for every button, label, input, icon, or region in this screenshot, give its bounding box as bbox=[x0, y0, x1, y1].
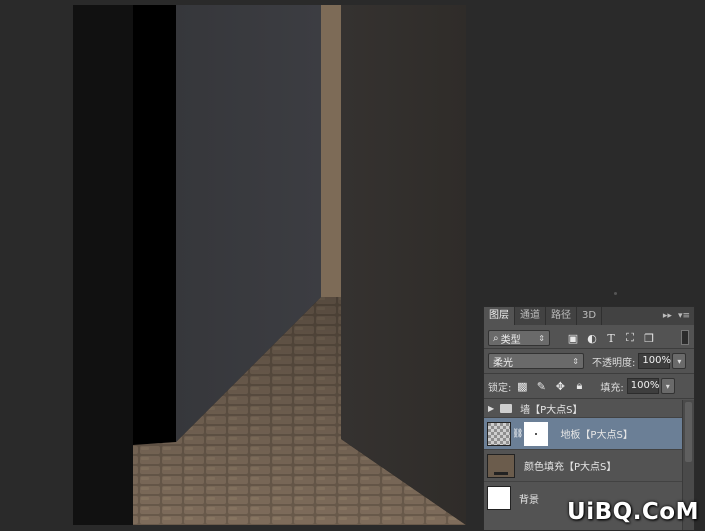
opacity-slider-button[interactable]: ▾ bbox=[672, 353, 687, 369]
panel-menu-icon[interactable]: ▾≡ bbox=[678, 307, 690, 325]
canvas-document[interactable] bbox=[73, 5, 466, 525]
updown-arrow-icon: ⇕ bbox=[538, 333, 545, 343]
layers-panel: 图层 通道 路径 3D ▸▸ ▾≡ ⌕ 类型 ⇕ ▣ ◐ T ⛶ ❐ 柔光 ⇕ … bbox=[483, 306, 695, 531]
expand-icon[interactable]: ▸▸ bbox=[663, 307, 672, 325]
tab-layers[interactable]: 图层 bbox=[484, 307, 515, 325]
updown-arrow-icon: ⇕ bbox=[572, 356, 579, 366]
type-filter-icon[interactable]: T bbox=[604, 331, 618, 345]
layer-name: 地板【P大点S】 bbox=[560, 430, 633, 441]
smart-object-filter-icon[interactable]: ❐ bbox=[642, 331, 656, 345]
lock-all-icon[interactable]: 🔒︎ bbox=[572, 379, 586, 393]
filter-kind-dropdown[interactable]: ⌕ 类型 ⇕ bbox=[488, 330, 550, 346]
blend-mode-dropdown[interactable]: 柔光 ⇕ bbox=[488, 353, 584, 369]
fill-label: 填充: bbox=[600, 382, 624, 394]
lock-transparent-icon[interactable]: ▩ bbox=[515, 379, 529, 393]
corridor-artwork bbox=[73, 5, 466, 525]
link-icon: ⛓ bbox=[512, 428, 524, 439]
folder-icon bbox=[500, 404, 513, 413]
image-filter-icon[interactable]: ▣ bbox=[566, 331, 580, 345]
search-icon: ⌕ bbox=[493, 332, 499, 344]
layer-name: 背景 bbox=[519, 494, 539, 506]
filter-kind-label: 类型 bbox=[500, 334, 521, 346]
lock-label: 锁定: bbox=[488, 382, 512, 394]
layer-row-group[interactable]: ▶ 墙【P大点S】 bbox=[484, 400, 682, 418]
shape-filter-icon[interactable]: ⛶ bbox=[623, 331, 637, 345]
opacity-label: 不透明度: bbox=[592, 357, 636, 369]
panel-tabs: 图层 通道 路径 3D ▸▸ ▾≡ bbox=[484, 307, 694, 325]
fill-layer-thumbnail bbox=[487, 453, 515, 478]
fill-slider-button[interactable]: ▾ bbox=[660, 378, 675, 394]
opacity-input[interactable]: 100% bbox=[638, 353, 671, 369]
corridor-light bbox=[321, 5, 341, 297]
layer-mask-thumbnail[interactable] bbox=[524, 421, 549, 446]
background-thumbnail bbox=[487, 486, 511, 510]
right-wall bbox=[341, 5, 466, 525]
adjustment-filter-icon[interactable]: ◐ bbox=[585, 331, 599, 345]
fill-input[interactable]: 100% bbox=[626, 378, 659, 394]
watermark: UiBQ.CoM bbox=[567, 499, 699, 525]
tab-3d[interactable]: 3D bbox=[577, 307, 603, 325]
layer-row-floor[interactable]: ⛓ 地板【P大点S】 bbox=[484, 418, 682, 450]
panel-grip bbox=[614, 292, 617, 295]
layer-name: 墙【P大点S】 bbox=[520, 405, 583, 416]
layer-name: 颜色填充【P大点S】 bbox=[524, 462, 617, 473]
filter-toggle[interactable] bbox=[681, 330, 689, 345]
layer-thumbnail bbox=[487, 421, 511, 446]
tab-paths[interactable]: 路径 bbox=[546, 307, 577, 325]
layer-row-color-fill[interactable]: 颜色填充【P大点S】 bbox=[484, 450, 682, 482]
lock-paint-icon[interactable]: ✎ bbox=[534, 379, 548, 393]
expand-arrow-icon[interactable]: ▶ bbox=[488, 404, 494, 413]
left-dark-strip bbox=[73, 5, 133, 525]
lock-position-icon[interactable]: ✥ bbox=[553, 379, 567, 393]
blend-mode-value: 柔光 bbox=[493, 357, 513, 369]
tab-channels[interactable]: 通道 bbox=[515, 307, 546, 325]
